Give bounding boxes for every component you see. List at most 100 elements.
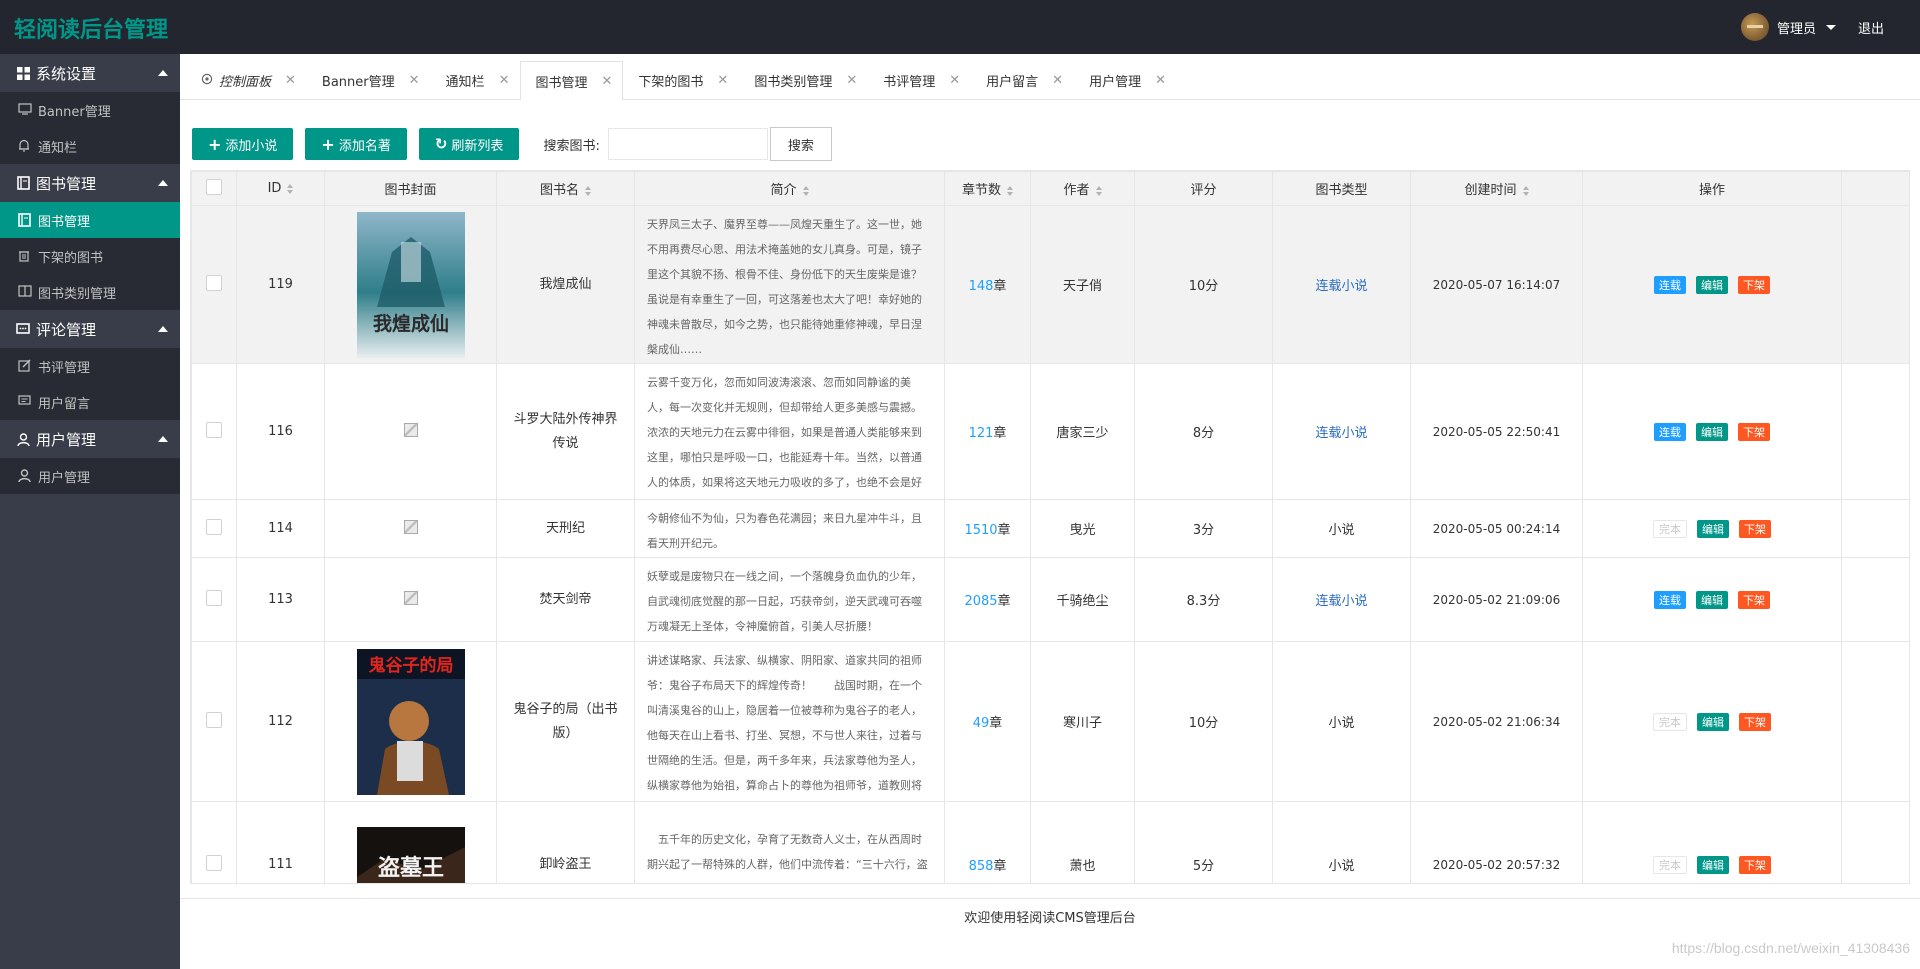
open-book-icon <box>18 285 32 299</box>
row-checkbox[interactable] <box>206 421 222 438</box>
tab-0[interactable]: 控制面板 ✕ <box>186 61 307 99</box>
logout-link[interactable]: 退出 <box>1858 18 1884 37</box>
take-down-button[interactable]: 下架 <box>1739 519 1771 538</box>
take-down-button[interactable]: 下架 <box>1739 855 1771 874</box>
edit-button[interactable]: 编辑 <box>1697 519 1729 538</box>
take-down-button[interactable]: 下架 <box>1738 590 1770 609</box>
created-time: 2020-05-05 22:50:41 <box>1410 363 1583 500</box>
tab-8[interactable]: 用户管理 ✕ <box>1074 61 1177 99</box>
app-logo[interactable]: 轻阅读后台管理 <box>14 12 168 44</box>
sort-icon[interactable] <box>287 183 294 194</box>
close-icon[interactable]: ✕ <box>1052 73 1063 88</box>
table-row[interactable]: 113 焚天剑帝 妖孽或是废物只在一线之间，一个落魄身负血仇的少年，自武魂彻底觉醒的… <box>191 557 1909 642</box>
user-name[interactable]: 管理员 <box>1777 18 1816 37</box>
close-icon[interactable]: ✕ <box>499 73 510 88</box>
row-select-cell <box>191 363 237 500</box>
search-button[interactable]: 搜索 <box>769 127 832 161</box>
close-icon[interactable]: ✕ <box>285 73 296 88</box>
tab-3[interactable]: 图书管理 ✕ <box>520 61 624 100</box>
table-row[interactable]: 119 我煌成仙 我煌成仙 天界凤三太子、魔界至尊——凤煌天重生了。这一世，她不用再费… <box>191 205 1909 364</box>
sort-icon[interactable] <box>1095 185 1102 196</box>
close-icon[interactable]: ✕ <box>409 73 420 88</box>
footer: 欢迎使用轻阅读CMS管理后台 <box>180 898 1920 938</box>
row-checkbox[interactable] <box>206 711 222 728</box>
close-icon[interactable]: ✕ <box>717 73 728 88</box>
take-down-button[interactable]: 下架 <box>1738 422 1770 441</box>
book-type[interactable]: 连载小说 <box>1315 426 1367 441</box>
sort-icon[interactable] <box>585 185 591 196</box>
caret-down-icon[interactable] <box>1825 24 1836 30</box>
sidebar-section-1[interactable]: 图书管理 <box>0 164 180 202</box>
book-cover-image: 盗墓王 <box>325 826 496 883</box>
sort-icon[interactable] <box>802 185 809 196</box>
status-button[interactable]: 连载 <box>1654 590 1686 609</box>
sidebar-item[interactable]: 用户留言 <box>0 384 180 420</box>
sidebar-item[interactable]: 下架的图书 <box>0 238 180 274</box>
chapter-unit: 章 <box>993 279 1007 294</box>
sidebar-item[interactable]: Banner管理 <box>0 92 180 128</box>
edit-button[interactable]: 编辑 <box>1696 422 1728 441</box>
sidebar-section-3[interactable]: 用户管理 <box>0 420 180 458</box>
row-checkbox[interactable] <box>206 518 222 535</box>
tab-2[interactable]: 通知栏 ✕ <box>431 61 521 99</box>
add-classic-button[interactable]: + 添加名著 <box>305 128 407 160</box>
sidebar-item[interactable]: 图书管理 <box>0 202 180 238</box>
tab-7[interactable]: 用户留言 ✕ <box>971 61 1074 99</box>
sidebar-item[interactable]: 图书类别管理 <box>0 274 180 310</box>
edit-button[interactable]: 编辑 <box>1696 590 1728 609</box>
column-header[interactable]: ID <box>236 171 325 206</box>
column-header[interactable]: 创建时间 <box>1410 171 1583 206</box>
book-description-cell: 妖孽或是废物只在一线之间，一个落魄身负血仇的少年，自武魂彻底觉醒的那一日起，巧获… <box>634 557 945 642</box>
take-down-button[interactable]: 下架 <box>1738 275 1770 294</box>
sidebar-item[interactable]: 用户管理 <box>0 458 180 494</box>
add-novel-button[interactable]: + 添加小说 <box>192 128 294 160</box>
sort-icon[interactable] <box>1007 185 1013 196</box>
row-checkbox[interactable] <box>206 589 222 606</box>
status-button[interactable]: 连载 <box>1654 275 1686 294</box>
sidebar-section-2[interactable]: 评论管理 <box>0 310 180 348</box>
search-input[interactable] <box>607 128 768 160</box>
close-icon[interactable]: ✕ <box>949 73 960 88</box>
sidebar-item[interactable]: 书评管理 <box>0 348 180 384</box>
close-icon[interactable]: ✕ <box>846 73 857 88</box>
column-header[interactable]: 章节数 <box>944 171 1031 206</box>
tab-1[interactable]: Banner管理 ✕ <box>307 61 431 99</box>
take-down-button[interactable]: 下架 <box>1739 712 1771 731</box>
table-row[interactable]: 116 斗罗大陆外传神界传说 云雾千变万化，忽而如同波涛滚滚、忽而如同静谧的美人，每… <box>191 363 1909 500</box>
sidebar-item[interactable]: 通知栏 <box>0 128 180 164</box>
sidebar-section-0[interactable]: 系统设置 <box>0 54 180 92</box>
column-header[interactable]: 作者 <box>1030 171 1135 206</box>
tab-5[interactable]: 图书类别管理 ✕ <box>739 61 868 99</box>
column-header[interactable]: 图书名 <box>496 171 635 206</box>
user-menu[interactable]: 管理员 <box>1740 13 1836 41</box>
plus-icon: + <box>208 134 222 154</box>
filler-cell <box>1841 499 1909 558</box>
tab-6[interactable]: 书评管理 ✕ <box>868 61 971 99</box>
book-type[interactable]: 连载小说 <box>1315 279 1367 294</box>
close-icon[interactable]: ✕ <box>1155 73 1166 88</box>
sort-icon[interactable] <box>1522 185 1529 196</box>
status-button[interactable]: 连载 <box>1654 422 1686 441</box>
tab-label: 书评管理 <box>883 75 936 90</box>
status-button[interactable]: 完本 <box>1653 519 1687 538</box>
status-button[interactable]: 完本 <box>1653 855 1687 874</box>
refresh-list-button[interactable]: ↻ 刷新列表 <box>418 128 520 160</box>
tab-4[interactable]: 下架的图书 ✕ <box>623 61 739 99</box>
row-checkbox[interactable] <box>206 274 222 291</box>
chapter-count-cell: 2085章 <box>944 557 1031 642</box>
select-all-checkbox[interactable] <box>206 178 222 195</box>
book-type[interactable]: 连载小说 <box>1315 594 1367 609</box>
close-icon[interactable]: ✕ <box>601 74 612 89</box>
row-checkbox[interactable] <box>206 854 222 871</box>
table-row[interactable]: 111 盗墓王 卸岭盗王 五千年的历史文化，孕育了无数奇人义士，在从西周时期兴起了一… <box>191 801 1909 883</box>
status-button[interactable]: 完本 <box>1653 712 1687 731</box>
edit-button[interactable]: 编辑 <box>1697 712 1729 731</box>
edit-button[interactable]: 编辑 <box>1697 855 1729 874</box>
avatar[interactable] <box>1740 13 1769 41</box>
edit-button[interactable]: 编辑 <box>1696 275 1728 294</box>
book-author: 萧也 <box>1030 801 1135 883</box>
table-row[interactable]: 114 天刑纪 今朝修仙不为仙，只为春色花满园；来日九星冲牛斗，且看天刑开纪元。 15… <box>191 499 1909 558</box>
table-row[interactable]: 112 鬼谷子的局 鬼谷子的局（出书版） 讲述谋略家、兵法家、纵横家、阴阳家、道家共同… <box>191 641 1909 802</box>
column-header[interactable]: 简介 <box>634 171 945 206</box>
book-id: 119 <box>236 205 325 364</box>
